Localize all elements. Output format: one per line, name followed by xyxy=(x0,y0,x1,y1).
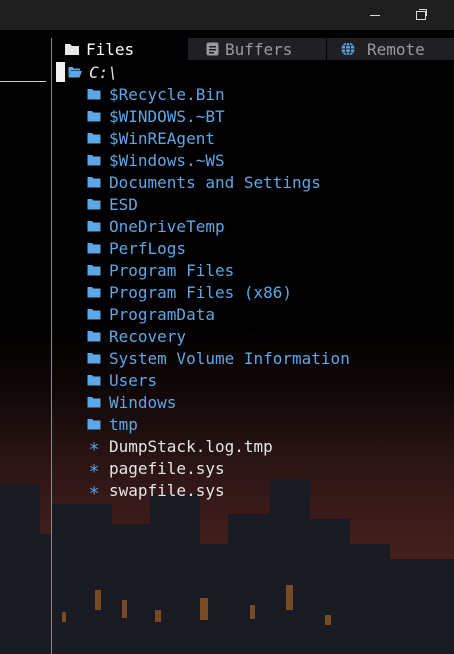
tree-item-label: $WINDOWS.~BT xyxy=(109,106,225,126)
minimize-icon xyxy=(370,14,380,16)
text-cursor xyxy=(56,62,65,82)
folder-icon xyxy=(86,88,102,100)
pane-separator-line xyxy=(0,81,46,82)
tab-buffers[interactable]: Buffers xyxy=(188,38,326,60)
folder-icon xyxy=(86,132,102,144)
tree-item-directory[interactable]: ESD xyxy=(86,193,138,215)
folder-icon xyxy=(86,418,102,430)
tree-item-directory[interactable]: Windows xyxy=(86,391,176,413)
tree-item-label: Program Files xyxy=(109,260,235,280)
folder-icon xyxy=(86,264,102,276)
folder-icon xyxy=(86,308,102,320)
tree-item-label: tmp xyxy=(109,414,138,434)
tree-item-directory[interactable]: $WINDOWS.~BT xyxy=(86,105,225,127)
tree-item-label: PerfLogs xyxy=(109,238,187,258)
tab-label: Buffers xyxy=(225,39,293,59)
tree-item-directory[interactable]: Program Files (x86) xyxy=(86,281,292,303)
tree-item-label: OneDriveTemp xyxy=(109,216,225,236)
tree-item-directory[interactable]: tmp xyxy=(86,413,138,435)
folder-icon xyxy=(86,176,102,188)
window-title-bar xyxy=(0,0,454,30)
restore-icon xyxy=(416,8,427,20)
restore-button[interactable] xyxy=(398,0,444,30)
tree-item-file[interactable]: ∗ pagefile.sys xyxy=(86,457,225,479)
tree-item-directory[interactable]: System Volume Information xyxy=(86,347,350,369)
tab-label: Remote xyxy=(367,39,425,59)
tree-item-label: System Volume Information xyxy=(109,348,350,368)
document-icon xyxy=(206,42,219,56)
globe-icon xyxy=(341,42,355,56)
tree-item-label: Documents and Settings xyxy=(109,172,321,192)
folder-icon xyxy=(86,220,102,232)
file-star-icon: ∗ xyxy=(88,435,100,457)
tree-item-directory[interactable]: Program Files xyxy=(86,259,234,281)
folder-icon xyxy=(86,396,102,408)
tree-item-label: Program Files (x86) xyxy=(109,282,293,302)
tree-item-label: $Recycle.Bin xyxy=(109,84,225,104)
tree-item-label: Windows xyxy=(109,392,177,412)
tree-item-directory[interactable]: $Recycle.Bin xyxy=(86,83,225,105)
tree-item-directory[interactable]: Documents and Settings xyxy=(86,171,321,193)
tab-remote[interactable]: Remote xyxy=(326,38,454,60)
tree-item-label: $Windows.~WS xyxy=(109,150,225,170)
tree-item-directory[interactable]: Recovery xyxy=(86,325,186,347)
folder-icon xyxy=(86,154,102,166)
tree-item-directory[interactable]: $Windows.~WS xyxy=(86,149,225,171)
left-editor-pane[interactable] xyxy=(0,30,50,654)
tree-item-label: swapfile.sys xyxy=(109,480,225,500)
file-star-icon: ∗ xyxy=(88,457,100,479)
tree-item-label: pagefile.sys xyxy=(109,458,225,478)
tree-item-file[interactable]: ∗ swapfile.sys xyxy=(86,479,225,501)
tree-item-label: ESD xyxy=(109,194,138,214)
tab-files[interactable]: Files xyxy=(64,38,134,60)
folder-icon xyxy=(64,42,80,56)
tree-item-label: ProgramData xyxy=(109,304,215,324)
split-divider[interactable] xyxy=(51,38,52,654)
folder-icon xyxy=(86,374,102,386)
folder-icon xyxy=(86,198,102,210)
tree-item-file[interactable]: ∗ DumpStack.log.tmp xyxy=(86,435,273,457)
tree-item-label: DumpStack.log.tmp xyxy=(109,436,273,456)
folder-icon xyxy=(86,352,102,364)
file-star-icon: ∗ xyxy=(88,479,100,501)
folder-icon xyxy=(86,286,102,298)
tree-item-directory[interactable]: PerfLogs xyxy=(86,237,186,259)
tree-root-label: C:\ xyxy=(89,62,118,82)
terminal-background-image xyxy=(0,30,454,654)
folder-open-icon xyxy=(68,66,82,78)
folder-icon xyxy=(86,110,102,122)
tree-item-label: $WinREAgent xyxy=(109,128,215,148)
tree-item-directory[interactable]: Users xyxy=(86,369,157,391)
tree-item-directory[interactable]: ProgramData xyxy=(86,303,215,325)
tree-item-directory[interactable]: $WinREAgent xyxy=(86,127,215,149)
tree-root[interactable]: C:\ xyxy=(56,61,118,83)
folder-icon xyxy=(86,242,102,254)
tree-item-label: Users xyxy=(109,370,158,390)
minimize-button[interactable] xyxy=(352,0,398,30)
tree-item-directory[interactable]: OneDriveTemp xyxy=(86,215,225,237)
folder-icon xyxy=(86,330,102,342)
explorer-tabs: Files Buffers Remote xyxy=(56,38,454,60)
tree-item-label: Recovery xyxy=(109,326,187,346)
tab-label: Files xyxy=(86,39,135,59)
